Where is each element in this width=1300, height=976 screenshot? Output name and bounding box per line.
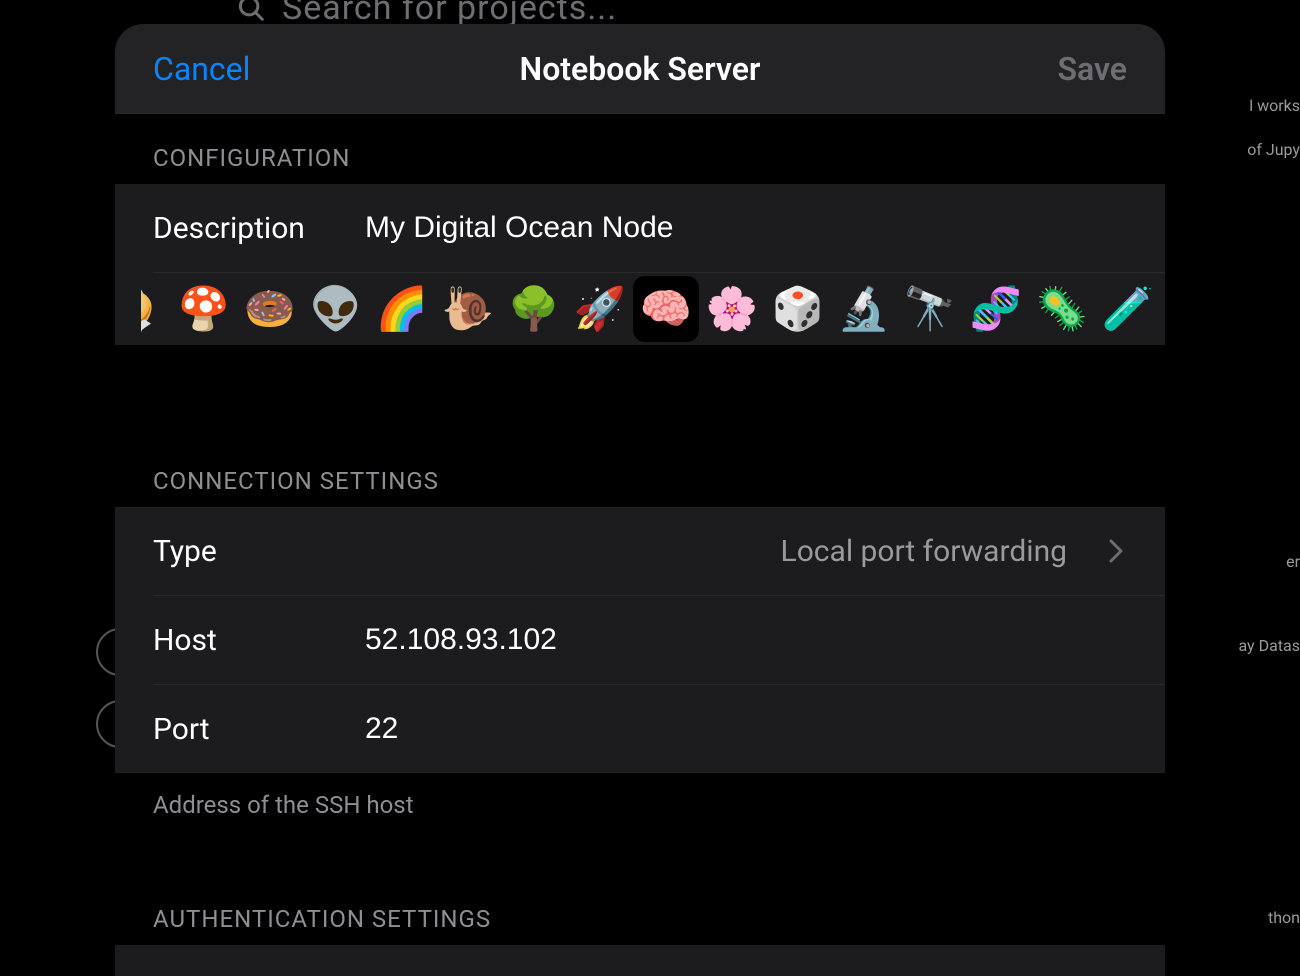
- icon-option[interactable]: 🧬: [963, 276, 1029, 342]
- connection-footnote: Address of the SSH host: [115, 773, 1165, 819]
- icon-option[interactable]: 🚀: [567, 276, 633, 342]
- connection-type-row[interactable]: Type Local port forwarding: [115, 507, 1165, 595]
- auth-type-label: Type: [153, 972, 341, 976]
- bg-text-fragment: l works: [1249, 96, 1300, 115]
- icon-option[interactable]: 👽: [303, 276, 369, 342]
- icon-option[interactable]: 🎲: [765, 276, 831, 342]
- bg-text-fragment: thon: [1268, 908, 1300, 927]
- port-row[interactable]: Port: [115, 685, 1165, 773]
- section-gap: [115, 345, 1165, 437]
- sheet-header: Cancel Notebook Server Save: [115, 24, 1165, 114]
- icon-option[interactable]: 🔬: [831, 276, 897, 342]
- section-header-connection: CONNECTION SETTINGS: [115, 437, 1165, 507]
- bg-rail: [0, 780, 126, 850]
- auth-type-row[interactable]: Type Private key: [115, 945, 1165, 976]
- description-row[interactable]: Description: [115, 184, 1165, 272]
- bg-rail: [0, 900, 126, 970]
- icon-option[interactable]: 🌳: [501, 276, 567, 342]
- connection-type-label: Type: [153, 534, 341, 569]
- save-button[interactable]: Save: [1057, 50, 1127, 88]
- sheet-title: Notebook Server: [520, 50, 761, 88]
- cancel-button[interactable]: Cancel: [153, 50, 250, 88]
- icon-option[interactable]: 🧠: [633, 276, 699, 342]
- search-icon: [234, 0, 268, 25]
- bg-rail: [0, 160, 126, 490]
- section-header-configuration: CONFIGURATION: [115, 114, 1165, 184]
- authentication-group: Type Private key: [115, 945, 1165, 976]
- bg-text-fragment: of Jupy: [1247, 140, 1300, 159]
- icon-option[interactable]: 🧪: [1095, 276, 1161, 342]
- bg-text-fragment: er: [1286, 552, 1300, 571]
- auth-type-value: Private key: [365, 972, 1067, 976]
- icon-option[interactable]: 🐌: [435, 276, 501, 342]
- host-row[interactable]: Host: [115, 596, 1165, 684]
- icon-option[interactable]: 🌸: [699, 276, 765, 342]
- description-input[interactable]: [365, 211, 1127, 245]
- port-label: Port: [153, 712, 341, 747]
- bg-rail: [0, 540, 126, 610]
- port-input[interactable]: [365, 712, 1127, 746]
- sheet-body: CONFIGURATION Description 🥠🍄🍩👽🌈🐌🌳🚀🧠🌸🎲🔬🔭🧬…: [115, 114, 1165, 976]
- host-label: Host: [153, 623, 341, 658]
- section-gap: [115, 819, 1165, 875]
- icon-picker[interactable]: 🥠🍄🍩👽🌈🐌🌳🚀🧠🌸🎲🔬🔭🧬🦠🧪: [115, 273, 1165, 345]
- icon-option[interactable]: 🥠: [141, 276, 171, 342]
- notebook-server-sheet: Cancel Notebook Server Save CONFIGURATIO…: [115, 24, 1165, 976]
- description-label: Description: [153, 211, 341, 246]
- icon-option[interactable]: 🌈: [369, 276, 435, 342]
- chevron-right-icon: [1109, 536, 1127, 566]
- connection-type-value: Local port forwarding: [365, 534, 1067, 569]
- section-header-authentication: AUTHENTICATION SETTINGS: [115, 875, 1165, 945]
- connection-group: Type Local port forwarding Host Port: [115, 507, 1165, 773]
- host-input[interactable]: [365, 623, 1127, 657]
- bg-text-fragment: ay Datas: [1238, 636, 1300, 655]
- icon-option[interactable]: 🔭: [897, 276, 963, 342]
- icon-option[interactable]: 🍩: [237, 276, 303, 342]
- icon-option[interactable]: 🦠: [1029, 276, 1095, 342]
- icon-option[interactable]: 🍄: [171, 276, 237, 342]
- configuration-group: Description 🥠🍄🍩👽🌈🐌🌳🚀🧠🌸🎲🔬🔭🧬🦠🧪: [115, 184, 1165, 345]
